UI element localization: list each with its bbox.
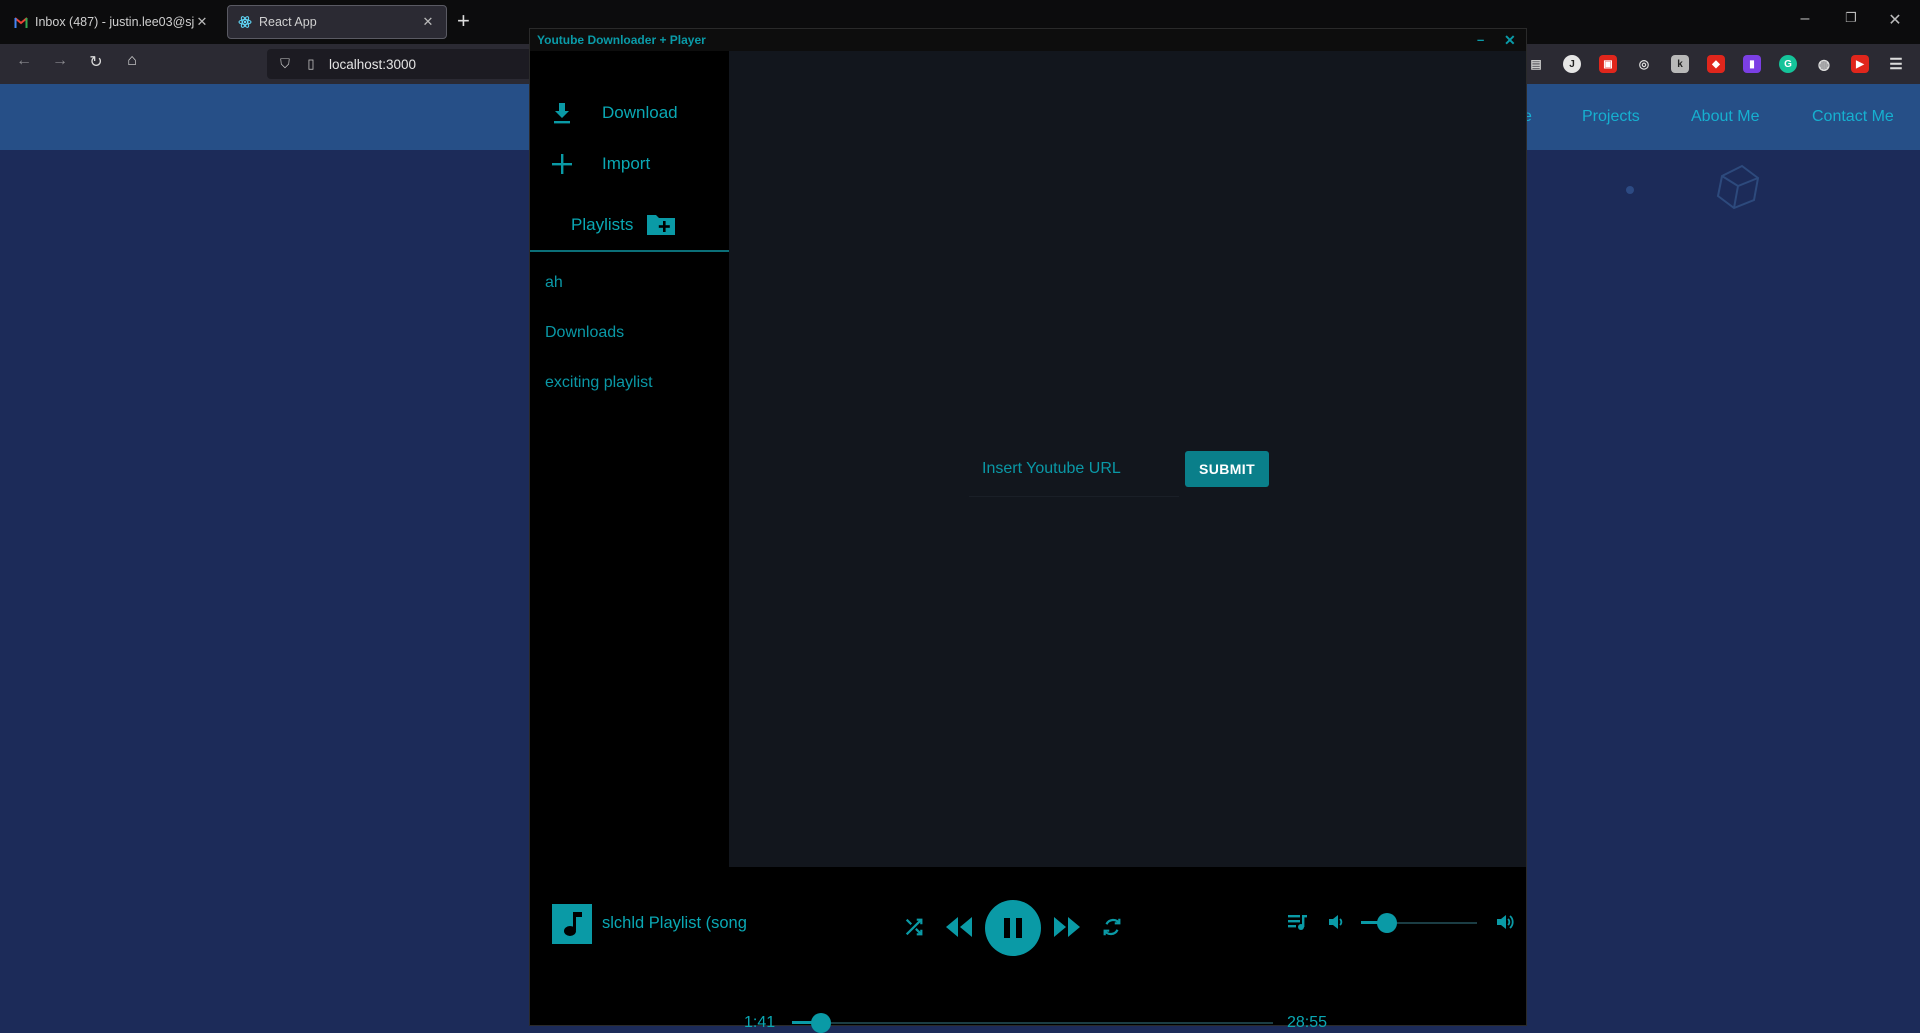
- playlists-title: Playlists: [571, 215, 634, 234]
- fast-forward-icon[interactable]: [1052, 914, 1082, 940]
- main-panel: SUBMIT: [729, 51, 1526, 867]
- close-icon[interactable]: ✕: [194, 14, 210, 30]
- music-note-icon: [564, 912, 582, 936]
- extension-purple-icon[interactable]: ▮: [1743, 55, 1761, 73]
- close-icon[interactable]: ✕: [420, 14, 436, 30]
- tab-title: Inbox (487) - justin.lee03@sjsu.e: [35, 15, 194, 29]
- extension-ublock-icon[interactable]: ◆: [1707, 55, 1725, 73]
- extension-k-icon[interactable]: k: [1671, 55, 1689, 73]
- cube-icon: [1716, 164, 1760, 210]
- progress-slider-track[interactable]: [792, 1022, 1273, 1024]
- submit-button[interactable]: SUBMIT: [1185, 451, 1269, 487]
- volume-slider-thumb[interactable]: [1377, 913, 1397, 933]
- repeat-icon[interactable]: [1101, 916, 1123, 938]
- app-titlebar: Youtube Downloader + Player – ✕: [530, 29, 1526, 51]
- grammarly-icon[interactable]: G: [1779, 55, 1797, 73]
- shield-icon[interactable]: ⛉: [277, 56, 293, 72]
- total-time: 28:55: [1287, 1014, 1328, 1031]
- app-title: Youtube Downloader + Player: [537, 33, 706, 47]
- youtube-url-input[interactable]: [969, 442, 1179, 497]
- url-text: localhost:3000: [329, 56, 417, 72]
- extension-lock-icon[interactable]: ▣: [1599, 55, 1617, 73]
- globe-icon[interactable]: ◍: [1815, 55, 1833, 73]
- extension-glasses-icon[interactable]: ◎: [1635, 55, 1653, 73]
- page-icon: ▯: [307, 56, 315, 71]
- pause-button[interactable]: [985, 900, 1041, 956]
- tab-react-app[interactable]: React App ✕: [227, 5, 447, 39]
- back-icon[interactable]: ←: [12, 52, 36, 70]
- playlist-item[interactable]: exciting playlist: [545, 374, 653, 392]
- add-folder-icon[interactable]: [646, 212, 676, 236]
- rewind-icon[interactable]: [944, 914, 974, 940]
- new-tab-button[interactable]: +: [457, 9, 470, 33]
- app-window: Youtube Downloader + Player – ✕ Download…: [529, 28, 1527, 1033]
- playlist-item[interactable]: ah: [545, 274, 563, 292]
- forward-icon[interactable]: →: [48, 52, 72, 70]
- restore-window-icon[interactable]: ❐: [1841, 10, 1861, 26]
- close-icon[interactable]: ✕: [1504, 29, 1516, 51]
- home-icon[interactable]: ⌂: [120, 52, 144, 70]
- album-art: [552, 904, 592, 944]
- elapsed-time: 1:41: [744, 1014, 776, 1031]
- gmail-icon: [14, 15, 28, 29]
- sidebar-item-label: Import: [602, 154, 651, 173]
- sidebar: Download Import Playlists ah Downloads e…: [530, 51, 729, 867]
- react-icon: [238, 15, 252, 29]
- track-title: slchld Playlist (song: [602, 914, 747, 932]
- minimize-window-icon[interactable]: –: [1795, 10, 1815, 28]
- queue-icon[interactable]: [1287, 912, 1309, 932]
- menu-icon[interactable]: ☰: [1887, 55, 1905, 73]
- playlist-item[interactable]: Downloads: [545, 324, 624, 342]
- tab-gmail[interactable]: Inbox (487) - justin.lee03@sjsu.e ✕: [4, 5, 220, 39]
- volume-low-icon[interactable]: [1327, 913, 1345, 931]
- player-bar: slchld Playlist (song 1:41 28:55: [530, 867, 1526, 1033]
- reload-icon[interactable]: ↻: [84, 52, 108, 72]
- sidebar-item-label: Download: [602, 103, 678, 122]
- site-nav-about-me[interactable]: About Me: [1691, 108, 1759, 126]
- decorative-dot: [1626, 186, 1634, 194]
- reader-view-icon[interactable]: ▤: [1527, 55, 1545, 73]
- address-bar[interactable]: ⛉ ▯ localhost:3000: [267, 49, 532, 79]
- minimize-icon[interactable]: –: [1477, 29, 1484, 51]
- sidebar-item-download[interactable]: Download: [530, 95, 729, 131]
- volume-high-icon[interactable]: [1495, 912, 1517, 932]
- pause-icon: [1004, 918, 1022, 938]
- youtube-extension-icon[interactable]: ▶: [1851, 55, 1869, 73]
- close-window-icon[interactable]: ✕: [1885, 10, 1905, 30]
- download-icon: [554, 103, 570, 124]
- plus-icon: [552, 154, 572, 174]
- playlists-header: Playlists: [530, 206, 729, 252]
- progress-slider-thumb[interactable]: [811, 1013, 831, 1033]
- shuffle-icon[interactable]: [903, 916, 925, 938]
- site-nav-projects[interactable]: Projects: [1582, 108, 1640, 126]
- site-nav-contact-me[interactable]: Contact Me: [1812, 108, 1894, 126]
- sidebar-item-import[interactable]: Import: [530, 146, 729, 182]
- extension-j-icon[interactable]: J: [1563, 55, 1581, 73]
- tab-title: React App: [259, 15, 317, 29]
